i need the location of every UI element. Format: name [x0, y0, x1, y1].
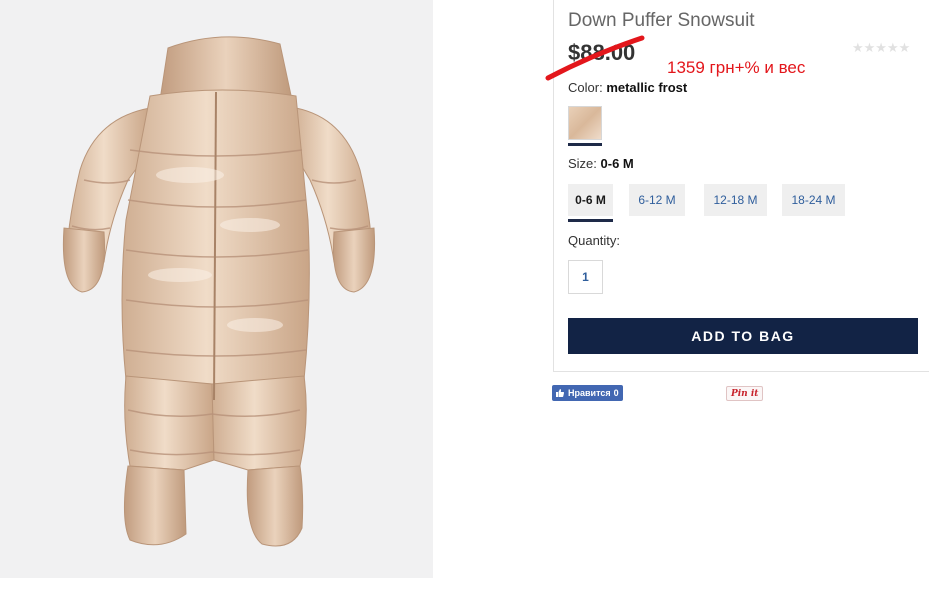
- product-image: [0, 0, 433, 578]
- size-option-0-6m[interactable]: 0-6 M: [568, 184, 613, 216]
- thumbs-up-icon: [556, 389, 565, 397]
- size-option-18-24m[interactable]: 18-24 M: [782, 184, 845, 216]
- color-row: Color: metallic frost: [568, 80, 687, 95]
- size-selected-indicator: [568, 219, 613, 222]
- size-row: Size: 0-6 M: [568, 156, 634, 171]
- add-to-bag-button[interactable]: ADD TO BAG: [568, 318, 918, 354]
- snowsuit-image: [62, 36, 376, 547]
- size-label: Size:: [568, 156, 597, 171]
- color-swatch-metallic-frost[interactable]: [568, 106, 602, 140]
- like-label: Нравится: [568, 388, 611, 398]
- size-option-12-18m[interactable]: 12-18 M: [704, 184, 767, 216]
- quantity-input[interactable]: 1: [568, 260, 603, 294]
- swatch-selected-indicator: [568, 143, 602, 146]
- product-price: $88.00: [568, 40, 636, 65]
- product-title: Down Puffer Snowsuit: [568, 10, 755, 31]
- color-label: Color:: [568, 80, 603, 95]
- size-value: 0-6 M: [600, 156, 634, 171]
- price-annotation: 1359 грн+% и вес: [667, 58, 806, 77]
- product-page: Down Puffer Snowsuit $88.00 ★★★★★ 1359 г…: [0, 0, 929, 600]
- pinterest-pin-button[interactable]: Pin it: [726, 386, 764, 401]
- rating-stars[interactable]: ★★★★★: [852, 40, 910, 56]
- size-option-6-12m[interactable]: 6-12 M: [629, 184, 685, 216]
- quantity-label: Quantity:: [568, 233, 621, 248]
- color-value: metallic frost: [606, 80, 688, 95]
- product-info-panel: Down Puffer Snowsuit $88.00 ★★★★★ 1359 г…: [545, 0, 929, 372]
- like-count: 0: [613, 388, 619, 398]
- facebook-like-button[interactable]: Нравится 0: [552, 385, 623, 401]
